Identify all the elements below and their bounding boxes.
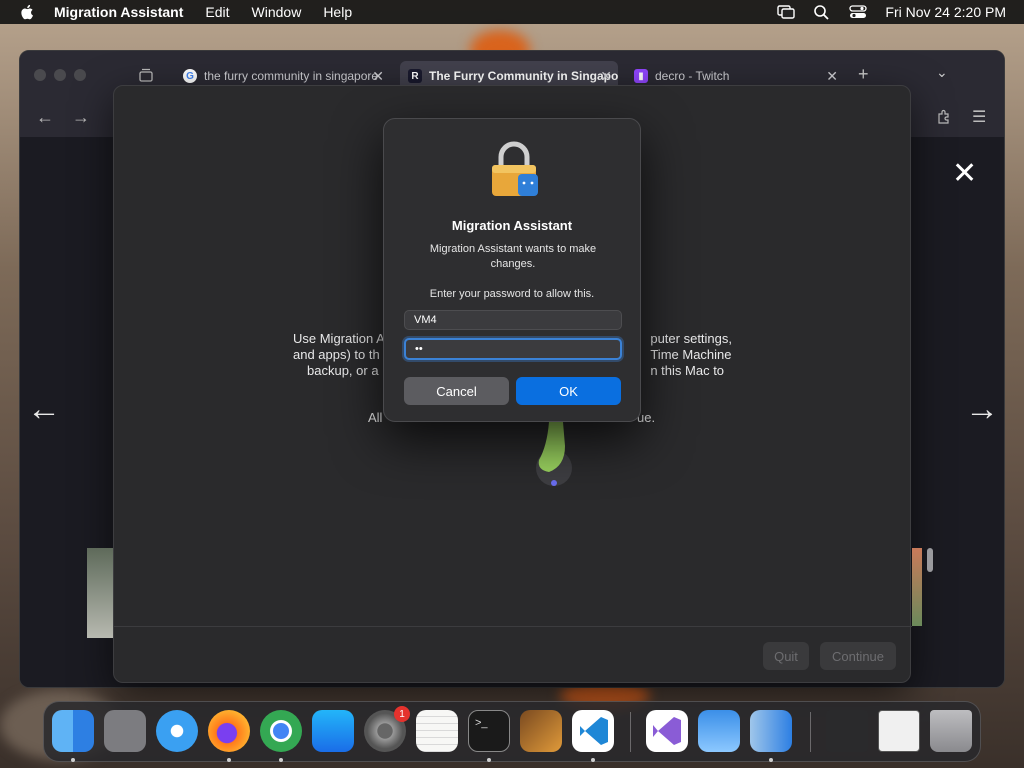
dialog-message: Migration Assistant wants to make change…	[429, 243, 597, 270]
menu-help[interactable]: Help	[323, 4, 352, 20]
tab-label: decro - Twitch	[655, 69, 730, 83]
footer-divider	[114, 626, 912, 627]
instruments-icon[interactable]	[520, 710, 562, 752]
trash-icon[interactable]	[930, 710, 972, 752]
intro-line: and apps) to th	[293, 347, 380, 362]
dialog-prompt: Enter your password to allow this.	[429, 288, 595, 300]
tab-close-icon[interactable]: ✕	[826, 68, 838, 85]
intro-line: Time Machine	[650, 347, 732, 362]
chrome-icon[interactable]	[260, 710, 302, 752]
firefox-icon[interactable]	[208, 710, 250, 752]
running-indicator	[769, 758, 773, 762]
google-icon: G	[183, 69, 197, 83]
intro-line: Use Migration A	[293, 331, 385, 346]
finder-icon[interactable]	[52, 710, 94, 752]
migration-illustration	[536, 422, 572, 486]
thumbnail-left	[87, 548, 113, 638]
password-field[interactable]	[404, 338, 622, 360]
intro-line: n this Mac to	[650, 363, 725, 378]
gallery-next-arrow-icon[interactable]: →	[965, 390, 999, 429]
window-minimize-button[interactable]	[54, 69, 66, 81]
new-tab-icon[interactable]: +	[858, 64, 869, 85]
dock-separator	[810, 712, 811, 752]
extensions-icon[interactable]	[936, 109, 952, 125]
tab-label: The Furry Community in Singapore	[429, 69, 618, 83]
window-thumbnail-1[interactable]	[826, 710, 868, 752]
tab-close-icon[interactable]: ✕	[372, 68, 384, 85]
menu-window[interactable]: Window	[252, 4, 302, 20]
scrollbar-handle[interactable]	[927, 548, 933, 572]
app-store-icon[interactable]	[312, 710, 354, 752]
running-indicator	[71, 758, 75, 762]
username-field[interactable]	[404, 310, 622, 330]
menu-edit[interactable]: Edit	[205, 4, 229, 20]
running-indicator	[591, 758, 595, 762]
safari-icon[interactable]	[156, 710, 198, 752]
intro-line: backup, or a	[307, 363, 379, 378]
padlock-icon	[492, 141, 538, 196]
thumbnail-right	[912, 548, 922, 626]
menu-bar: Migration Assistant Edit Window Help Fri…	[0, 0, 1024, 24]
apple-logo-icon[interactable]	[18, 3, 36, 21]
textedit-icon[interactable]	[416, 710, 458, 752]
window-zoom-button[interactable]	[74, 69, 86, 81]
running-indicator	[279, 758, 283, 762]
window-thumbnail-2[interactable]	[878, 710, 920, 752]
spotlight-search-icon[interactable]	[813, 4, 831, 20]
running-indicator	[487, 758, 491, 762]
menu-app-name[interactable]: Migration Assistant	[54, 4, 183, 20]
continue-button[interactable]: Continue	[820, 642, 896, 670]
ok-button[interactable]: OK	[516, 377, 621, 405]
quit-button[interactable]: Quit	[763, 642, 809, 670]
menu-hamburger-icon[interactable]: ☰	[972, 107, 986, 127]
reddit-style-r-icon: R	[408, 69, 422, 83]
tab-list-chevron-icon[interactable]: ⌄	[936, 64, 948, 81]
launchpad-icon[interactable]	[104, 710, 146, 752]
tab-label: the furry community in singapore	[204, 69, 379, 83]
notification-badge: 1	[394, 706, 410, 722]
migration-assistant-icon[interactable]	[750, 710, 792, 752]
vscode-icon[interactable]	[572, 710, 614, 752]
weather-icon[interactable]	[698, 710, 740, 752]
twitch-icon: ▮	[634, 69, 648, 83]
tab-overview-icon[interactable]	[138, 67, 154, 83]
tab-close-icon[interactable]: ✕	[600, 68, 612, 85]
window-close-button[interactable]	[34, 69, 46, 81]
dock-separator	[630, 712, 631, 752]
dock: 1 >_	[43, 701, 981, 762]
running-indicator	[227, 758, 231, 762]
intro-line: puter settings,	[650, 331, 732, 346]
screen-mirroring-icon[interactable]	[777, 4, 796, 20]
authentication-dialog: Migration Assistant Migration Assistant …	[383, 118, 641, 422]
control-center-icon[interactable]	[849, 4, 868, 20]
dialog-title: Migration Assistant	[451, 218, 573, 233]
intro-continue-fragment: All	[368, 410, 383, 425]
cancel-button[interactable]: Cancel	[404, 377, 509, 405]
menubar-clock[interactable]: Fri Nov 24 2:20 PM	[885, 4, 1006, 20]
visual-studio-icon[interactable]	[646, 710, 688, 752]
system-settings-icon[interactable]: 1	[364, 706, 410, 752]
gallery-close-icon[interactable]: ✕	[952, 156, 977, 191]
gallery-previous-arrow-icon[interactable]: ←	[27, 390, 61, 429]
back-arrow-icon[interactable]: ←	[36, 107, 54, 128]
terminal-icon[interactable]: >_	[468, 710, 510, 752]
forward-arrow-icon[interactable]: →	[72, 107, 90, 128]
